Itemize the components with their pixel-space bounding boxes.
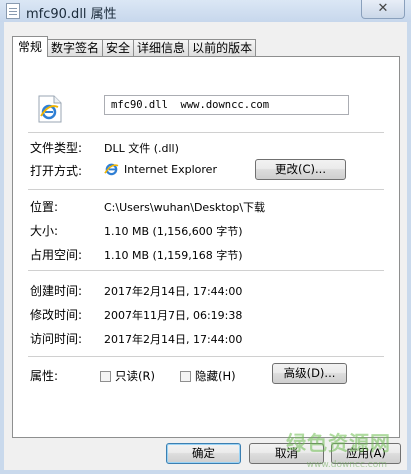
opens-with-value: Internet Explorer bbox=[124, 163, 217, 176]
opens-with-label: 打开方式: bbox=[30, 164, 83, 178]
accessed-label: 访问时间: bbox=[30, 332, 83, 346]
document-icon bbox=[6, 3, 20, 19]
close-button[interactable]: ✕ bbox=[361, 0, 405, 19]
watermark-url: www.downcc.com bbox=[306, 460, 387, 470]
modified-label: 修改时间: bbox=[30, 308, 83, 322]
tab-general[interactable]: 常规 bbox=[12, 36, 49, 57]
size-value: 1.10 MB (1,156,600 字节) bbox=[104, 225, 243, 238]
internet-explorer-icon bbox=[104, 163, 119, 176]
tab-digital-signatures[interactable]: 数字签名 bbox=[47, 39, 104, 57]
hidden-label: 隐藏(H) bbox=[195, 369, 236, 383]
separator bbox=[28, 270, 384, 271]
general-panel: mfc90.dll www.downcc.com 文件类型: DLL 文件 (.… bbox=[12, 56, 400, 438]
size-on-disk-label: 占用空间: bbox=[30, 248, 83, 262]
ok-button[interactable]: 确定 bbox=[166, 443, 241, 464]
change-button[interactable]: 更改(C)... bbox=[255, 159, 346, 180]
tab-strip: 常规 数字签名 安全 详细信息 以前的版本 bbox=[12, 36, 257, 57]
created-value: 2017年2月14日, 17:44:00 bbox=[104, 285, 243, 298]
readonly-label: 只读(R) bbox=[115, 369, 155, 383]
tab-previous-versions[interactable]: 以前的版本 bbox=[188, 39, 257, 57]
separator bbox=[28, 189, 384, 190]
location-value: C:\Users\wuhan\Desktop\下载 bbox=[104, 201, 266, 214]
internet-explorer-icon bbox=[38, 95, 62, 123]
checkbox-box[interactable] bbox=[100, 370, 111, 382]
separator bbox=[28, 356, 384, 357]
created-label: 创建时间: bbox=[30, 284, 83, 298]
accessed-value: 2017年2月14日, 17:44:00 bbox=[104, 333, 243, 346]
watermark: 绿色资源网 bbox=[286, 431, 391, 455]
readonly-checkbox[interactable]: 只读(R) bbox=[100, 368, 155, 384]
checkbox-box[interactable] bbox=[180, 370, 191, 382]
tab-security[interactable]: 安全 bbox=[102, 39, 135, 57]
file-type-label: 文件类型: bbox=[30, 141, 83, 155]
location-label: 位置: bbox=[30, 200, 59, 214]
separator bbox=[28, 132, 384, 133]
modified-value: 2007年11月7日, 06:19:38 bbox=[104, 309, 243, 322]
close-icon: ✕ bbox=[377, 1, 389, 16]
hidden-checkbox[interactable]: 隐藏(H) bbox=[180, 368, 236, 384]
size-on-disk-value: 1.10 MB (1,159,168 字节) bbox=[104, 249, 243, 262]
attributes-label: 属性: bbox=[30, 369, 59, 383]
file-name-field[interactable]: mfc90.dll www.downcc.com bbox=[104, 95, 349, 115]
window-title: mfc90.dll 属性 bbox=[26, 7, 117, 22]
advanced-button[interactable]: 高级(D)... bbox=[272, 363, 347, 384]
title-bar: mfc90.dll 属性 ✕ bbox=[0, 0, 411, 22]
dialog-body: 常规 数字签名 安全 详细信息 以前的版本 mfc90.dll www.down… bbox=[4, 22, 407, 470]
size-label: 大小: bbox=[30, 224, 59, 238]
file-type-value: DLL 文件 (.dll) bbox=[104, 142, 179, 155]
tab-details[interactable]: 详细信息 bbox=[133, 39, 190, 57]
